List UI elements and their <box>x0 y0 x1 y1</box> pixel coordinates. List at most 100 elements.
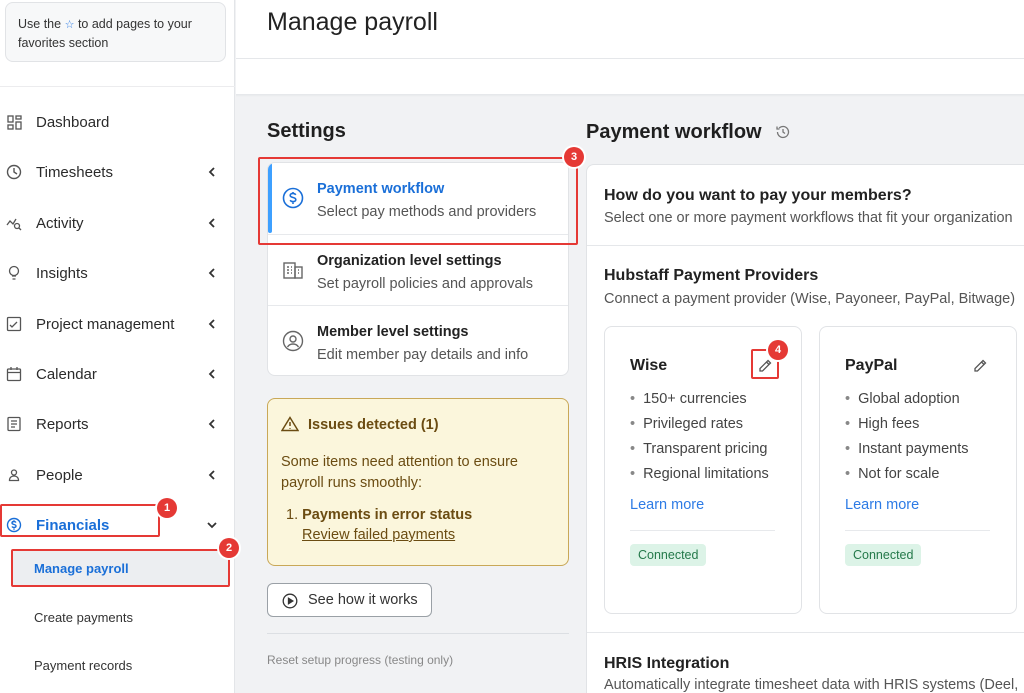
provider-feature: Not for scale <box>845 462 969 487</box>
provider-features: Global adoption High fees Instant paymen… <box>845 387 969 487</box>
issues-item-number: 1. <box>286 507 299 523</box>
chevron-down-icon <box>207 522 217 529</box>
sidebar-item-timesheets[interactable]: Timesheets <box>0 152 235 192</box>
chevron-left-icon <box>208 470 215 480</box>
provider-feature: Privileged rates <box>630 412 769 437</box>
sidebar-item-activity[interactable]: Activity <box>0 203 235 243</box>
workflow-question-sub: Select one or more payment workflows tha… <box>604 210 1013 226</box>
sidebar-item-label: Reports <box>36 415 89 433</box>
sidebar: Use the ☆ to add pages to your favorites… <box>0 0 235 693</box>
sidebar-item-label: Timesheets <box>36 163 113 181</box>
play-circle-icon <box>282 593 298 609</box>
status-badge: Connected <box>630 544 707 566</box>
star-icon: ☆ <box>64 19 75 31</box>
provider-divider <box>630 530 775 531</box>
clock-icon <box>6 164 22 180</box>
settings-bottom-divider <box>267 633 569 634</box>
providers-sub: Connect a payment provider (Wise, Payone… <box>604 291 1016 307</box>
settings-title: Settings <box>267 120 346 142</box>
header-shadow <box>236 94 1024 97</box>
settings-item-member[interactable]: Member level settings Edit member pay de… <box>268 306 568 375</box>
provider-divider <box>845 530 990 531</box>
reset-setup-link[interactable]: Reset setup progress (testing only) <box>267 653 453 667</box>
sidebar-subitem-label: Create payments <box>34 609 133 625</box>
chevron-left-icon <box>208 218 215 228</box>
chevron-left-icon <box>208 319 215 329</box>
report-icon <box>6 416 22 432</box>
callout-badge: 4 <box>768 340 788 360</box>
chevron-left-icon <box>208 419 215 429</box>
provider-feature: High fees <box>845 412 969 437</box>
sidebar-item-insights[interactable]: Insights <box>0 253 235 293</box>
hris-sub: Automatically integrate timesheet data w… <box>604 677 1019 693</box>
chevron-left-icon <box>208 369 215 379</box>
payment-workflow-panel: How do you want to pay your members? Sel… <box>586 164 1024 693</box>
issues-item: 1. Payments in error status <box>286 505 472 526</box>
issues-alert: Issues detected (1) Some items need atte… <box>267 398 569 566</box>
page-header: Manage payroll <box>236 0 1024 94</box>
provider-feature: Transparent pricing <box>630 437 769 462</box>
sidebar-item-reports[interactable]: Reports <box>0 404 235 444</box>
provider-features: 150+ currencies Privileged rates Transpa… <box>630 387 769 487</box>
issues-text: Some items need attention to ensure payr… <box>281 454 518 491</box>
favorites-tip: Use the ☆ to add pages to your favorites… <box>5 2 226 62</box>
provider-name: Wise <box>630 357 668 374</box>
sidebar-subitem-create-payments[interactable]: Create payments <box>12 599 229 635</box>
pencil-icon[interactable] <box>972 358 988 374</box>
sidebar-item-label: Dashboard <box>36 113 110 131</box>
lightbulb-icon <box>6 265 22 281</box>
sidebar-subitem-label: Payment records <box>34 657 133 673</box>
warning-icon <box>281 416 299 432</box>
hris-title: HRIS Integration <box>604 655 730 672</box>
sidebar-item-calendar[interactable]: Calendar <box>0 354 235 394</box>
callout-badge: 3 <box>564 147 584 167</box>
settings-item-desc: Set payroll policies and approvals <box>317 276 534 292</box>
sidebar-subitem-payment-records[interactable]: Payment records <box>12 647 229 683</box>
dashboard-icon <box>6 114 22 130</box>
header-divider <box>236 58 1024 59</box>
provider-feature: Global adoption <box>845 387 969 412</box>
callout-badge: 1 <box>157 498 177 518</box>
learn-more-link[interactable]: Learn more <box>845 497 919 513</box>
sidebar-item-people[interactable]: People <box>0 455 235 495</box>
issues-item-label: Payments in error status <box>302 507 473 523</box>
callout-box-manage-payroll <box>11 549 230 587</box>
status-badge: Connected <box>845 544 922 566</box>
callout-box-financials <box>0 504 160 537</box>
settings-item-desc: Edit member pay details and info <box>317 347 529 363</box>
learn-more-link[interactable]: Learn more <box>630 497 704 513</box>
history-icon[interactable] <box>775 124 791 140</box>
provider-card-paypal: PayPal Global adoption High fees Instant… <box>819 326 1017 614</box>
review-failed-payments-link[interactable]: Review failed payments <box>302 527 455 543</box>
payment-workflow-title: Payment workflow <box>586 121 762 143</box>
chevron-left-icon <box>208 167 215 177</box>
checklist-icon <box>6 316 22 332</box>
sidebar-item-label: People <box>36 466 83 484</box>
sidebar-item-project-management[interactable]: Project management <box>0 304 235 344</box>
workflow-divider <box>587 632 1024 633</box>
sidebar-item-label: Activity <box>36 214 84 232</box>
callout-box-payment-workflow <box>258 157 578 245</box>
building-icon <box>283 262 303 279</box>
calendar-icon <box>6 366 22 382</box>
see-how-it-works-button[interactable]: See how it works <box>267 583 432 617</box>
settings-item-organization[interactable]: Organization level settings Set payroll … <box>268 235 568 305</box>
sidebar-item-label: Project management <box>36 315 175 333</box>
workflow-divider <box>587 245 1024 246</box>
user-circle-icon <box>282 330 304 352</box>
providers-title: Hubstaff Payment Providers <box>604 267 819 284</box>
page-title: Manage payroll <box>267 8 438 36</box>
person-icon <box>6 467 22 483</box>
see-how-label: See how it works <box>308 592 418 608</box>
sidebar-item-label: Calendar <box>36 365 97 383</box>
callout-badge: 2 <box>219 538 239 558</box>
activity-icon <box>6 215 22 231</box>
favorites-tip-before: Use the <box>18 17 62 31</box>
issues-title: Issues detected (1) <box>308 417 439 433</box>
sidebar-item-label: Insights <box>36 264 88 282</box>
sidebar-item-dashboard[interactable]: Dashboard <box>0 102 235 142</box>
provider-feature: 150+ currencies <box>630 387 769 412</box>
settings-item-title: Organization level settings <box>317 253 502 269</box>
settings-item-title: Member level settings <box>317 324 469 340</box>
provider-feature: Instant payments <box>845 437 968 462</box>
